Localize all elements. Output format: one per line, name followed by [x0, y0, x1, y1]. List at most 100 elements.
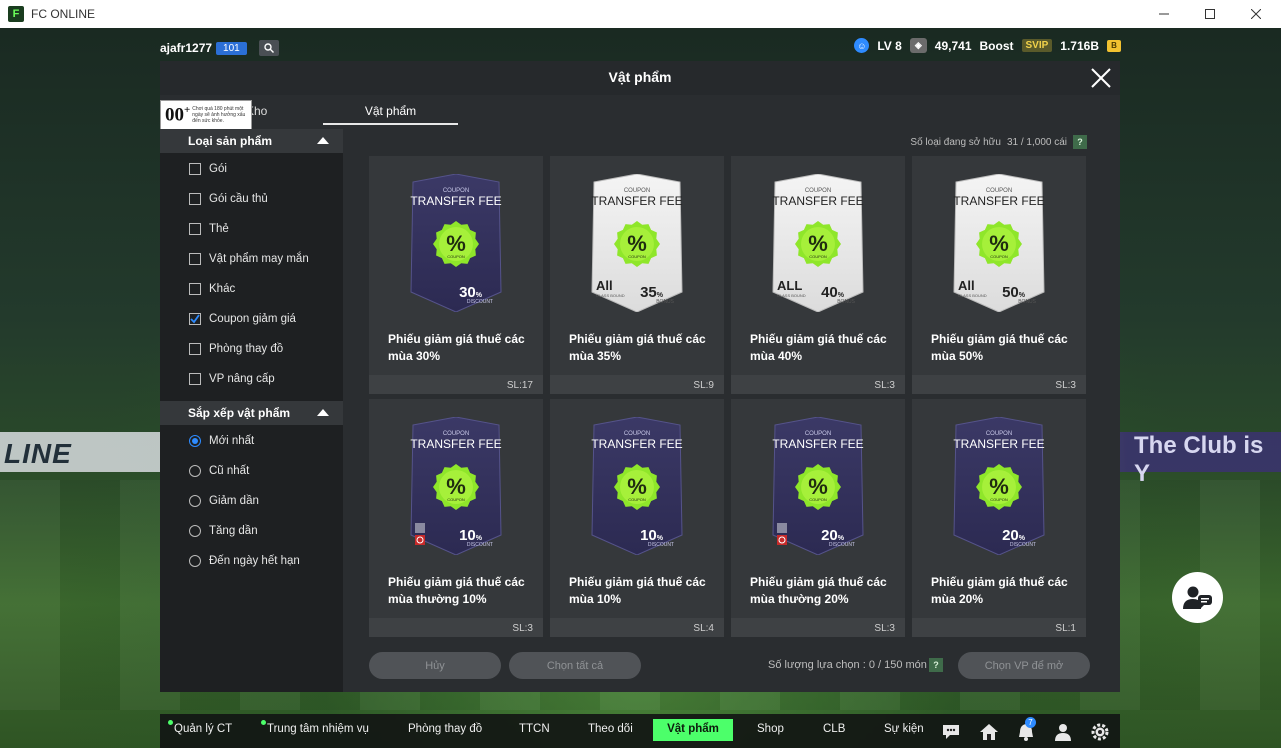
cancel-button[interactable]: Hủy: [369, 652, 501, 679]
section-title: Loại sản phẩm: [188, 134, 273, 148]
item-card[interactable]: COUPON TRANSFER FEE % COUPON 30% DISCOUN…: [369, 156, 543, 394]
notification-count-badge: 7: [1025, 717, 1036, 728]
sort-label: Tăng dần: [209, 525, 258, 537]
svg-text:CLASS BOUND: CLASS BOUND: [596, 293, 625, 298]
user-chat-icon: [1182, 586, 1212, 609]
app-logo-icon: F: [8, 6, 24, 22]
help-icon[interactable]: ?: [1073, 135, 1087, 149]
select-all-button[interactable]: Chọn tất cả: [509, 652, 641, 679]
close-modal-button[interactable]: [1088, 65, 1114, 91]
item-name: Phiếu giảm giá thuế các mùa 40%: [750, 332, 887, 363]
item-quantity: SL:1: [1055, 623, 1076, 634]
nav-item-vat-pham[interactable]: Vật phẩm: [653, 723, 733, 735]
sort-option[interactable]: Đến ngày hết hạn: [189, 555, 300, 567]
item-card[interactable]: COUPON TRANSFER FEE % COUPON 20% DISCOUN…: [912, 399, 1086, 637]
svg-text:DISCOUNT: DISCOUNT: [467, 542, 493, 548]
collapse-arrow-icon: [317, 409, 329, 416]
coupon-card-image: COUPON TRANSFER FEE % COUPON 10% DISCOUN…: [591, 417, 683, 555]
filter-label: Thẻ: [209, 223, 229, 235]
item-card[interactable]: COUPON TRANSFER FEE % COUPON 20% DISCOUN…: [731, 399, 905, 637]
nav-item[interactable]: Phòng thay đồ: [408, 723, 482, 735]
radio[interactable]: [189, 465, 201, 477]
item-quantity: SL:3: [874, 623, 895, 634]
sort-option[interactable]: Giảm dần: [189, 495, 259, 507]
checkbox-checked[interactable]: [189, 313, 201, 325]
svg-text:DISCOUNT: DISCOUNT: [648, 542, 674, 548]
settings-gear-button[interactable]: [1090, 722, 1110, 742]
checkbox[interactable]: [189, 283, 201, 295]
checkbox[interactable]: [189, 223, 201, 235]
svip-badge: SVIP: [1021, 39, 1053, 52]
item-name: Phiếu giảm giá thuế các mùa 10%: [569, 575, 706, 606]
search-icon: [264, 43, 274, 53]
radio[interactable]: [189, 495, 201, 507]
svg-text:CLASS BOUND: CLASS BOUND: [958, 293, 987, 298]
filter-option[interactable]: Coupon giảm giá: [189, 313, 296, 325]
user-info: ajafr1277 101: [160, 40, 279, 56]
filter-label: Vật phẩm may mắn: [209, 253, 309, 265]
filter-option[interactable]: Thẻ: [189, 223, 229, 235]
nav-label: Theo dõi: [588, 723, 633, 735]
checkbox[interactable]: [189, 343, 201, 355]
item-card[interactable]: COUPON TRANSFER FEE % COUPON 10% DISCOUN…: [369, 399, 543, 637]
filter-option[interactable]: Phòng thay đồ: [189, 343, 283, 355]
radio[interactable]: [189, 555, 201, 567]
age-rating-number: 00+: [165, 103, 191, 126]
checkbox[interactable]: [189, 163, 201, 175]
sort-option[interactable]: Cũ nhất: [189, 465, 249, 477]
nav-item[interactable]: Theo dõi: [588, 723, 633, 735]
item-card[interactable]: COUPON TRANSFER FEE % COUPON 10% DISCOUN…: [550, 399, 724, 637]
svg-text:All: All: [958, 278, 975, 293]
window-titlebar: F FC ONLINE: [0, 0, 1281, 28]
radio-selected[interactable]: [189, 435, 201, 447]
minimize-button[interactable]: [1141, 0, 1187, 28]
filter-option[interactable]: VP nâng cấp: [189, 373, 275, 385]
close-window-button[interactable]: [1233, 0, 1279, 28]
nav-item[interactable]: CLB: [823, 723, 845, 735]
item-card[interactable]: COUPON TRANSFER FEE % COUPON 50% BONUS A…: [912, 156, 1086, 394]
section-sort[interactable]: Sắp xếp vật phẩm: [160, 401, 343, 425]
home-icon: [980, 724, 998, 740]
item-quantity: SL:17: [506, 380, 533, 391]
nav-item[interactable]: Trung tâm nhiệm vụ: [261, 720, 369, 735]
sort-label: Giảm dần: [209, 495, 259, 507]
svg-text:TRANSFER FEE: TRANSFER FEE: [410, 437, 501, 451]
tab-vat-pham[interactable]: Vật phẩm: [323, 104, 458, 118]
maximize-button[interactable]: [1187, 0, 1233, 28]
nav-item[interactable]: Sự kiện: [884, 723, 924, 735]
filter-option[interactable]: Vật phẩm may mắn: [189, 253, 309, 265]
chat-support-button[interactable]: [1172, 572, 1223, 623]
svg-text:%: %: [808, 231, 828, 256]
search-button[interactable]: [258, 40, 279, 56]
items-modal: Vật phẩm Kho Vật phẩm 00+ Chơi quá 180 p…: [160, 61, 1120, 692]
svg-text:ALL: ALL: [777, 278, 802, 293]
filter-option[interactable]: Khác: [189, 283, 235, 295]
boost-label: Boost: [979, 38, 1014, 53]
sort-option[interactable]: Tăng dần: [189, 525, 258, 537]
filter-option[interactable]: Gói: [189, 163, 227, 175]
help-icon[interactable]: ?: [929, 658, 943, 672]
radio[interactable]: [189, 525, 201, 537]
profile-button[interactable]: [1053, 722, 1073, 742]
item-card[interactable]: COUPON TRANSFER FEE % COUPON 35% BONUS A…: [550, 156, 724, 394]
svg-text:COUPON: COUPON: [628, 254, 646, 259]
chat-button[interactable]: [941, 722, 961, 742]
open-items-button[interactable]: Chọn VP để mở: [958, 652, 1090, 679]
checkbox[interactable]: [189, 193, 201, 205]
checkbox[interactable]: [189, 373, 201, 385]
sort-option[interactable]: Mới nhất: [189, 435, 254, 447]
checkbox[interactable]: [189, 253, 201, 265]
item-quantity: SL:3: [512, 623, 533, 634]
section-product-type[interactable]: Loại sản phẩm: [160, 129, 343, 153]
svg-text:TRANSFER FEE: TRANSFER FEE: [772, 437, 863, 451]
nav-item[interactable]: TTCN: [519, 723, 550, 735]
lv-text: LV 8: [877, 38, 902, 53]
nav-item[interactable]: Shop: [757, 723, 784, 735]
home-button[interactable]: [979, 722, 999, 742]
filter-option[interactable]: Gói cầu thủ: [189, 193, 268, 205]
nav-label: Shop: [757, 723, 784, 735]
svg-text:All: All: [596, 278, 613, 293]
svg-text:DISCOUNT: DISCOUNT: [467, 299, 493, 305]
item-card[interactable]: COUPON TRANSFER FEE % COUPON 40% BONUS A…: [731, 156, 905, 394]
nav-item[interactable]: Quản lý CT: [168, 720, 232, 735]
